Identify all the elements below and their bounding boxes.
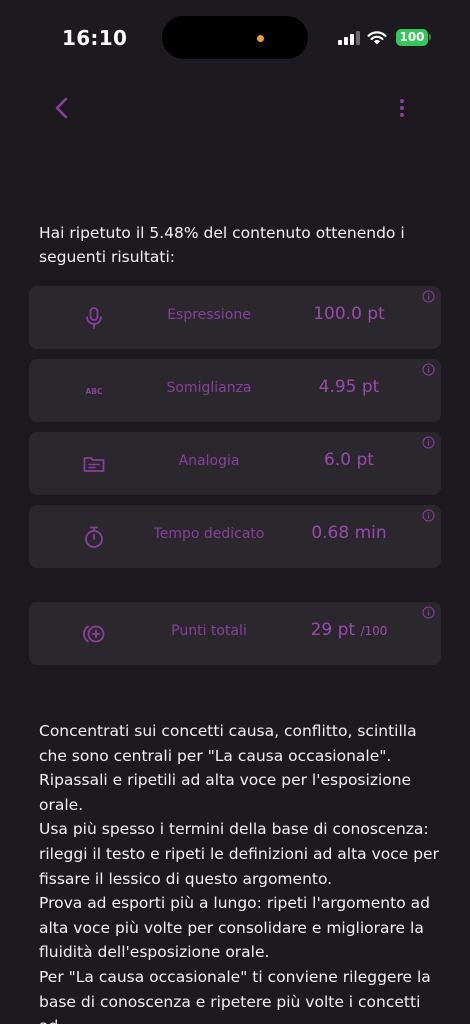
metric-value: 4.95 pt [318, 377, 380, 397]
metric-label: Somiglianza [166, 380, 252, 396]
abc-icon: ABC [85, 387, 103, 396]
info-icon[interactable] [422, 606, 435, 619]
metric-value: 100.0 pt [313, 304, 385, 324]
advice-paragraph: Prova ad esporti più a lungo: ripeti l'a… [39, 894, 430, 962]
info-icon[interactable] [422, 436, 435, 449]
back-chevron-icon[interactable] [48, 92, 76, 124]
cellular-signal-icon [338, 31, 360, 45]
more-options-icon[interactable] [390, 92, 414, 124]
total-points: 29 pt [310, 620, 356, 640]
info-icon[interactable] [422, 363, 435, 376]
wifi-icon [367, 31, 387, 45]
total-points-card[interactable]: Punti totali 29 pt /100 [29, 602, 441, 665]
results-screen: 16:10 100 Hai ripetuto il 5.48% del cont… [0, 0, 470, 1024]
info-icon[interactable] [422, 290, 435, 303]
results-intro: Hai ripetuto il 5.48% del contenuto otte… [39, 224, 405, 266]
advice-text: Concentrati sui concetti causa, conflitt… [39, 719, 439, 1024]
status-bar: 16:10 100 [0, 0, 470, 76]
metric-value: 0.68 min [311, 523, 387, 543]
metric-card-somiglianza[interactable]: ABC Somiglianza 4.95 pt [29, 359, 441, 422]
plus-circle-icon [83, 625, 105, 643]
metric-card-espressione[interactable]: Espressione 100.0 pt [29, 286, 441, 349]
metric-card-analogia[interactable]: Analogia 6.0 pt [29, 432, 441, 495]
advice-paragraph: Per "La causa occasionale" ti conviene r… [39, 967, 431, 1024]
dynamic-island [162, 16, 308, 59]
status-time: 16:10 [62, 26, 128, 50]
metric-card-tempo-dedicato[interactable]: Tempo dedicato 0.68 min [29, 505, 441, 568]
microphone-icon [86, 307, 102, 329]
metric-label: Espressione [167, 307, 251, 323]
total-max: /100 [360, 624, 388, 638]
advice-paragraph: Concentrati sui concetti causa, conflitt… [39, 722, 417, 814]
total-value: 29 pt /100 [279, 620, 419, 640]
stopwatch-icon [85, 526, 103, 548]
svg-text:ABC: ABC [85, 387, 103, 396]
recording-indicator-dot [257, 35, 264, 42]
metric-value: 6.0 pt [324, 450, 374, 470]
folder-icon [83, 457, 105, 472]
metric-label: Tempo dedicato [153, 526, 265, 542]
total-label: Punti totali [171, 623, 247, 639]
info-icon[interactable] [422, 509, 435, 522]
battery-indicator: 100 [396, 29, 428, 46]
metric-label: Analogia [178, 453, 240, 469]
battery-nub [429, 34, 431, 40]
advice-paragraph: Usa più spesso i termini della base di c… [39, 820, 439, 888]
